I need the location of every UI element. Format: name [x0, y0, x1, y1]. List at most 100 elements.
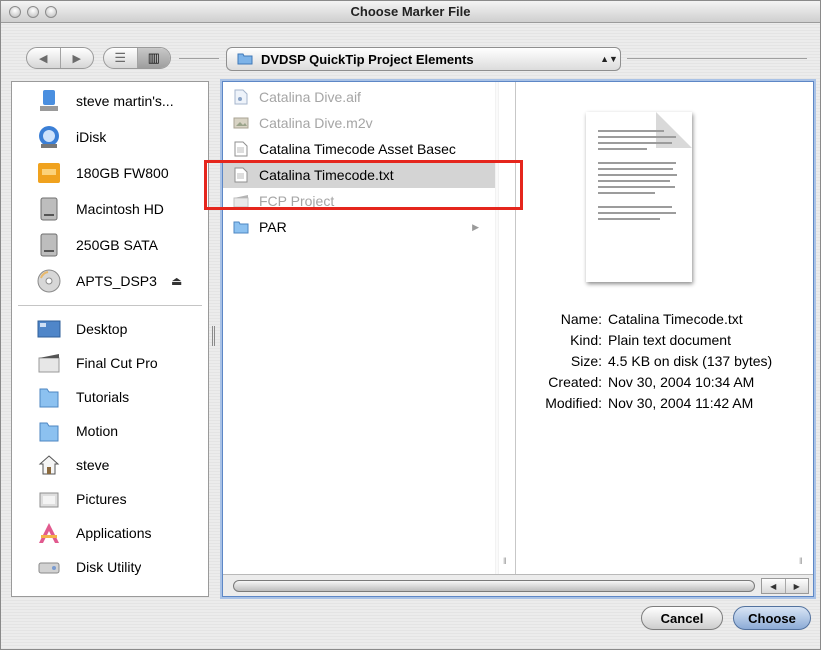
file-name: Catalina Dive.m2v — [259, 115, 373, 131]
list-view-icon: ☰ — [114, 50, 127, 65]
sidebar-item-180gb-fw800[interactable]: 180GB FW800 — [12, 156, 208, 190]
disk-utility-icon — [36, 554, 62, 580]
sidebar-item-label: Tutorials — [76, 389, 130, 405]
column-view-icon: ▥ — [147, 50, 160, 65]
file-row-catalina-dive-m2v[interactable]: Catalina Dive.m2v — [223, 110, 497, 136]
toolbar-divider-left — [179, 58, 219, 59]
title-bar[interactable]: Choose Marker File — [1, 1, 820, 23]
sidebar-item-label: Desktop — [76, 321, 128, 337]
sidebar-item-motion[interactable]: Motion — [12, 414, 208, 448]
sidebar-item-steve[interactable]: steve — [12, 448, 208, 482]
sidebar-item-final-cut-pro[interactable]: Final Cut Pro — [12, 346, 208, 380]
info-key: Modified: — [545, 395, 602, 411]
sidebar-item-label: APTS_DSP3 — [76, 273, 157, 289]
disc-icon — [36, 268, 62, 294]
preview-text-lines — [598, 130, 680, 224]
file-row-catalina-timecode-asset-based[interactable]: Catalina Timecode Asset Basec — [223, 136, 497, 162]
info-name: Name: Catalina Timecode.txt — [516, 310, 806, 329]
sidebar: steve martin's... iDisk 180GB FW800 Maci… — [11, 81, 209, 597]
empty-column: ‖ — [499, 82, 516, 574]
sidebar-item-label: Final Cut Pro — [76, 355, 158, 371]
sidebar-item-apts-dsp3[interactable]: APTS_DSP3 ⏏ — [12, 264, 208, 298]
info-value: Plain text document — [608, 332, 731, 348]
column-browser: Catalina Dive.aif Catalina Dive.m2v Cata… — [222, 81, 814, 597]
sidebar-item-label: 180GB FW800 — [76, 165, 169, 181]
sidebar-item-macintosh-hd[interactable]: Macintosh HD — [12, 192, 208, 226]
sidebar-item-tutorials[interactable]: Tutorials — [12, 380, 208, 414]
info-key: Kind: — [570, 332, 602, 348]
disclosure-arrow-icon: ▶ — [472, 221, 479, 232]
file-info: Name: Catalina Timecode.txt Kind: Plain … — [516, 310, 806, 415]
toolbar-divider-right — [627, 58, 807, 59]
info-value: Nov 30, 2004 10:34 AM — [608, 374, 755, 390]
popup-arrows-icon: ▲▼ — [600, 53, 618, 64]
info-value: 4.5 KB on disk (137 bytes) — [608, 353, 773, 369]
file-row-catalina-dive-aif[interactable]: Catalina Dive.aif — [223, 84, 497, 110]
list-view-button[interactable]: ☰ — [104, 48, 137, 68]
sidebar-item-label: steve — [76, 457, 110, 473]
file-name: Catalina Dive.aif — [259, 89, 361, 105]
folder-icon — [237, 51, 253, 68]
sidebar-item-applications[interactable]: Applications — [12, 516, 208, 550]
location-popup[interactable]: DVDSP QuickTip Project Elements ▲▼ — [226, 47, 621, 71]
sidebar-item-250gb-sata[interactable]: 250GB SATA — [12, 228, 208, 262]
sidebar-item-network[interactable]: steve martin's... — [12, 84, 208, 118]
column-resize-grip[interactable]: ‖ — [799, 556, 803, 566]
forward-button[interactable]: ▶ — [59, 48, 94, 68]
back-button[interactable]: ◀ — [27, 48, 60, 68]
network-drive-icon — [36, 88, 62, 114]
info-key: Size: — [570, 353, 602, 369]
document-preview-icon — [586, 112, 692, 282]
scrollbar-thumb[interactable] — [233, 580, 755, 592]
idisk-icon — [36, 124, 62, 150]
back-forward-control: ◀ ▶ — [26, 47, 94, 69]
info-kind: Kind: Plain text document — [516, 331, 806, 350]
sidebar-item-disk-utility[interactable]: Disk Utility — [12, 550, 208, 584]
audio-file-icon — [233, 88, 249, 106]
hard-drive-icon — [36, 232, 62, 258]
scroll-arrows: ◀ ▶ — [761, 578, 809, 594]
selection-highlight-box — [204, 160, 523, 210]
column-resize-grip[interactable]: ‖ — [503, 556, 507, 566]
eject-icon[interactable]: ⏏ — [171, 274, 182, 288]
desktop-icon — [36, 316, 62, 342]
scroll-right-button[interactable]: ▶ — [784, 579, 809, 593]
info-key: Name: — [560, 311, 602, 327]
preview-column: Name: Catalina Timecode.txt Kind: Plain … — [516, 82, 813, 574]
sidebar-divider — [18, 305, 202, 306]
sidebar-item-desktop[interactable]: Desktop — [12, 312, 208, 346]
info-value: Nov 30, 2004 11:42 AM — [608, 395, 754, 411]
column-view-button[interactable]: ▥ — [136, 48, 170, 68]
home-icon — [36, 452, 62, 478]
horizontal-scrollbar[interactable]: ◀ ▶ — [223, 574, 813, 596]
info-modified: Modified: Nov 30, 2004 11:42 AM — [516, 394, 806, 413]
clapper-folder-icon — [36, 350, 62, 376]
choose-marker-file-dialog: Choose Marker File ◀ ▶ ☰ ▥ DVDSP QuickTi… — [0, 0, 821, 650]
choose-button[interactable]: Choose — [733, 606, 811, 630]
sidebar-item-idisk[interactable]: iDisk — [12, 120, 208, 154]
folder-icon — [233, 218, 249, 236]
file-name: PAR — [259, 219, 287, 235]
sidebar-item-pictures[interactable]: Pictures — [12, 482, 208, 516]
toolbar: ◀ ▶ ☰ ▥ DVDSP QuickTip Project Elements … — [1, 31, 820, 81]
video-file-icon — [233, 114, 249, 132]
folder-icon — [36, 384, 62, 410]
file-row-par-folder[interactable]: PAR ▶ — [223, 214, 497, 240]
folder-icon — [36, 418, 62, 444]
hard-drive-icon — [36, 196, 62, 222]
back-arrow-icon: ◀ — [39, 52, 48, 65]
window-title: Choose Marker File — [350, 4, 471, 19]
sidebar-item-label: Disk Utility — [76, 559, 142, 575]
cancel-button[interactable]: Cancel — [641, 606, 723, 630]
sidebar-item-label: Macintosh HD — [76, 201, 164, 217]
scroll-left-button[interactable]: ◀ — [762, 579, 785, 593]
file-column: Catalina Dive.aif Catalina Dive.m2v Cata… — [223, 82, 499, 574]
sidebar-resize-handle[interactable] — [212, 326, 215, 346]
forward-arrow-icon: ▶ — [72, 52, 81, 65]
view-mode-control: ☰ ▥ — [103, 47, 171, 69]
text-file-icon — [233, 140, 249, 158]
firewire-drive-icon — [36, 160, 62, 186]
info-created: Created: Nov 30, 2004 10:34 AM — [516, 373, 806, 392]
sidebar-item-label: Pictures — [76, 491, 127, 507]
sidebar-item-label: iDisk — [76, 129, 107, 145]
